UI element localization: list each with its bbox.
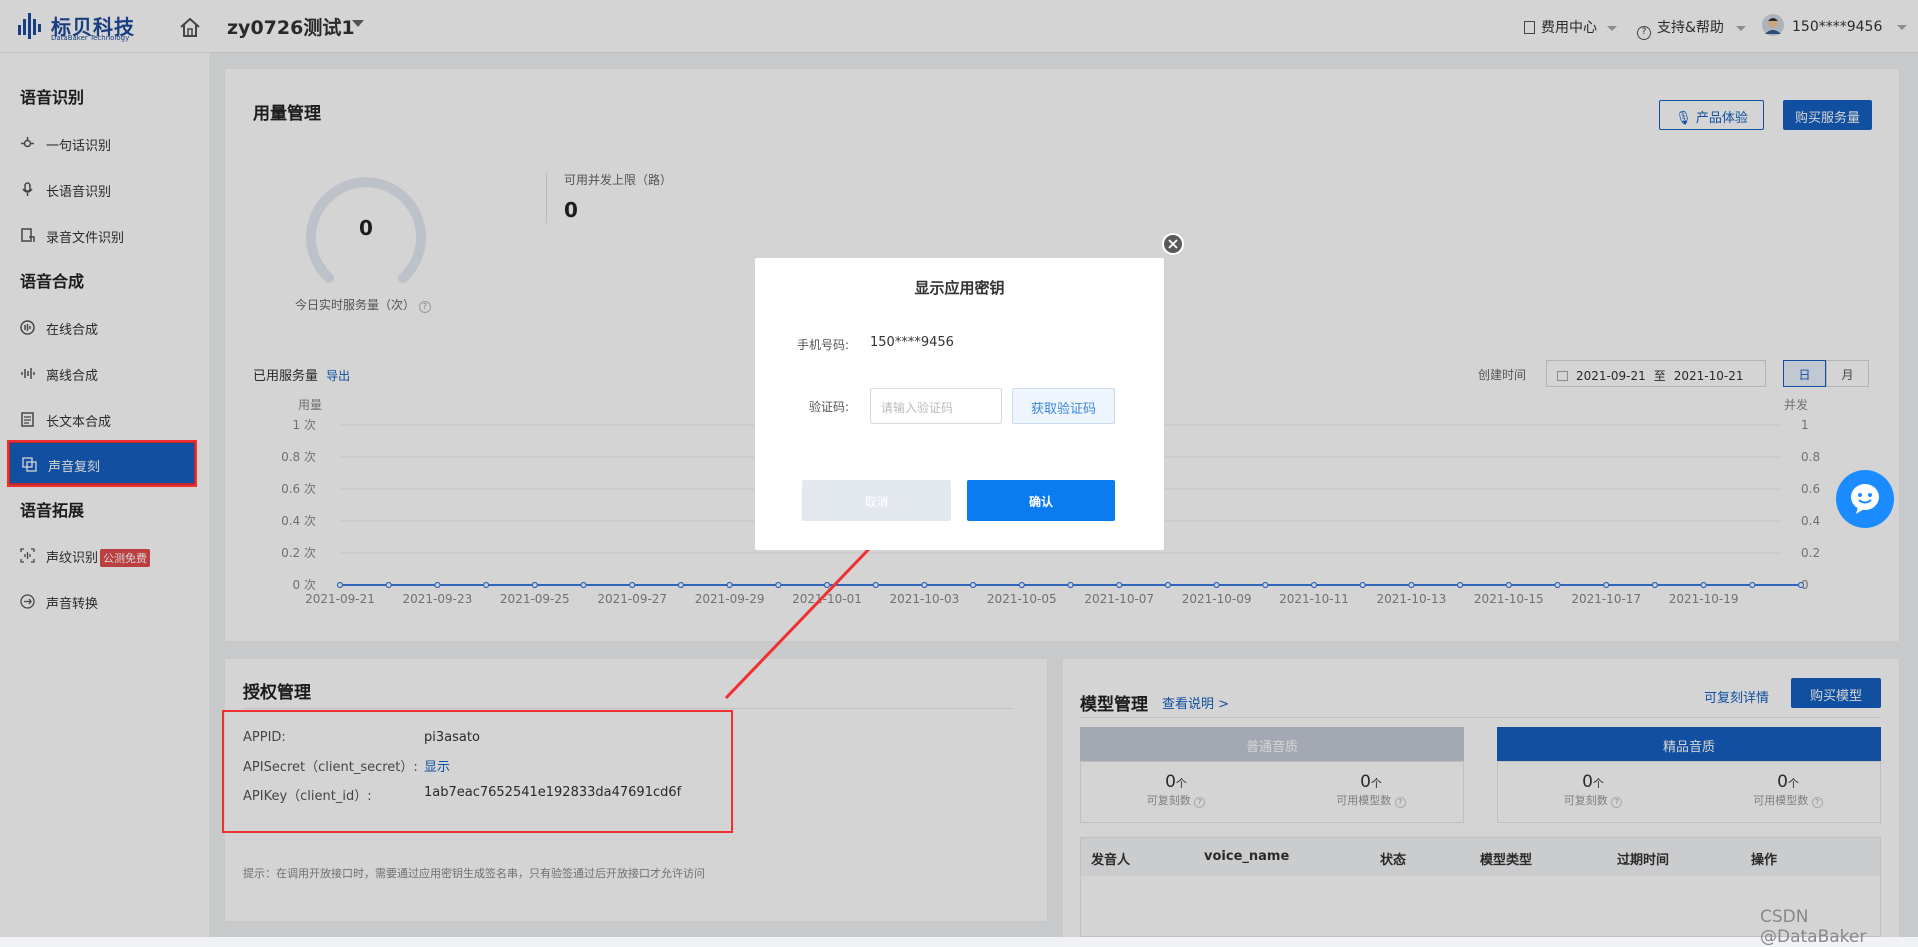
show-secret-dialog: 显示应用密钥 手机号码: 150****9456 验证码: 请输入验证码 获取验… bbox=[755, 258, 1164, 550]
verification-code-input[interactable]: 请输入验证码 bbox=[870, 388, 1002, 424]
code-label: 验证码: bbox=[809, 400, 850, 414]
chat-icon bbox=[1851, 484, 1879, 514]
phone-value: 150****9456 bbox=[870, 335, 954, 350]
confirm-button[interactable]: 确认 bbox=[967, 480, 1115, 521]
cancel-button[interactable]: 取消 bbox=[802, 480, 951, 521]
chat-support-button[interactable] bbox=[1836, 470, 1894, 528]
close-icon[interactable] bbox=[1162, 233, 1184, 255]
dialog-title: 显示应用密钥 bbox=[914, 279, 1005, 297]
watermark: CSDN @DataBaker bbox=[1760, 907, 1867, 947]
annotation-highlight-auth bbox=[222, 710, 733, 833]
get-code-button[interactable]: 获取验证码 bbox=[1012, 388, 1115, 424]
annotation-highlight-sidebar bbox=[7, 440, 197, 487]
phone-label: 手机号码: bbox=[797, 338, 850, 352]
